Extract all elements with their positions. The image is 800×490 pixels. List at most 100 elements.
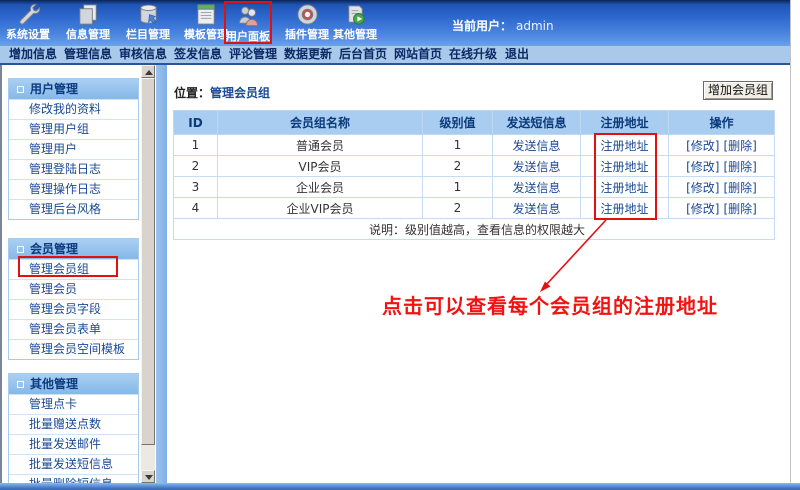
sidebar-item-batch-give-points[interactable]: 批量赠送点数 [9, 414, 138, 434]
table-header-row: ID 会员组名称 级别值 发送短信息 注册地址 操作 [174, 111, 775, 135]
header-operations: 操作 [669, 111, 775, 135]
annotation-text: 点击可以查看每个会员组的注册地址 [382, 290, 718, 319]
sidebar-item-member-fields[interactable]: 管理会员字段 [9, 299, 138, 319]
delete-link[interactable]: [删除] [724, 202, 757, 216]
sidebar-item-admin-style[interactable]: 管理后台风格 [9, 199, 138, 219]
current-user: 当前用户： admin [452, 17, 554, 34]
module-label: 插件管理 [283, 28, 331, 41]
bottom-bar [0, 483, 800, 490]
header-level: 级别值 [423, 111, 493, 135]
header-id: ID [174, 111, 218, 135]
breadcrumb-label: 位置： [174, 86, 210, 100]
delete-link[interactable]: [删除] [724, 181, 757, 195]
breadcrumb-link[interactable]: 管理会员组 [210, 86, 270, 100]
scrollbar-down-button[interactable] [141, 470, 155, 483]
modify-link[interactable]: [修改] [686, 181, 719, 195]
module-label: 栏目管理 [124, 28, 172, 41]
module-column-management[interactable]: 栏目管理 [124, 1, 172, 44]
users-icon [226, 3, 270, 30]
sidebar-item-operation-logs[interactable]: 管理操作日志 [9, 179, 138, 199]
current-user-label: 当前用户： [452, 19, 512, 33]
module-info-management[interactable]: 信息管理 [64, 1, 112, 44]
menu-item-admin-home[interactable]: 后台首页 [339, 46, 387, 63]
modify-link[interactable]: [修改] [686, 160, 719, 174]
register-address-link[interactable]: 注册地址 [600, 181, 648, 195]
menu-item-review-info[interactable]: 审核信息 [119, 46, 167, 63]
sidebar-section-other-management: 其他管理 管理点卡 批量赠送点数 批量发送邮件 批量发送短信息 批量删除短信息 [8, 373, 139, 490]
register-address-link[interactable]: 注册地址 [600, 160, 648, 174]
sidebar-item-member-forms[interactable]: 管理会员表单 [9, 319, 138, 339]
menu-item-comment-management[interactable]: 评论管理 [229, 46, 277, 63]
menu-item-site-home[interactable]: 网站首页 [394, 46, 442, 63]
sidebar-scrollbar[interactable] [141, 65, 155, 483]
cell-group-name: 企业VIP会员 [218, 198, 423, 219]
send-message-link[interactable]: 发送信息 [512, 202, 560, 216]
sidebar-item-member-space-templates[interactable]: 管理会员空间模板 [9, 339, 138, 359]
module-plugin-management[interactable]: 插件管理 [283, 1, 331, 44]
sidebar-item-manage-users[interactable]: 管理用户 [9, 139, 138, 159]
triangle-up-icon [145, 70, 153, 75]
database-icon [124, 1, 172, 28]
menu-item-add-info[interactable]: 增加信息 [9, 46, 57, 63]
module-other-management[interactable]: 其他管理 [331, 1, 379, 44]
menu-item-data-update[interactable]: 数据更新 [284, 46, 332, 63]
sidebar-item-batch-send-messages[interactable]: 批量发送短信息 [9, 454, 138, 474]
window-right-edge [790, 0, 791, 483]
pages-icon [64, 1, 112, 28]
module-user-panel[interactable]: 用户面板 [224, 1, 272, 44]
cell-id: 1 [174, 135, 218, 156]
module-label: 其他管理 [331, 28, 379, 41]
lifering-icon [283, 1, 331, 28]
sidebar-item-manage-point-cards[interactable]: 管理点卡 [9, 394, 138, 414]
sidebar-item-login-logs[interactable]: 管理登陆日志 [9, 159, 138, 179]
module-template-management[interactable]: 模板管理 [182, 1, 230, 44]
cell-group-name: 企业会员 [218, 177, 423, 198]
delete-link[interactable]: [删除] [724, 160, 757, 174]
cell-level: 1 [423, 177, 493, 198]
cell-group-name: VIP会员 [218, 156, 423, 177]
breadcrumb: 位置：管理会员组 [174, 84, 270, 101]
module-label: 信息管理 [64, 28, 112, 41]
cell-id: 3 [174, 177, 218, 198]
scrollbar-thumb[interactable] [141, 78, 155, 445]
module-label: 模板管理 [182, 28, 230, 41]
table-row: 1 普通会员 1 发送信息 注册地址 [修改][删除] [174, 135, 775, 156]
module-system-settings[interactable]: 系统设置 [4, 1, 52, 44]
send-message-link[interactable]: 发送信息 [512, 181, 560, 195]
sidebar-item-batch-send-email[interactable]: 批量发送邮件 [9, 434, 138, 454]
menu-item-online-upgrade[interactable]: 在线升级 [449, 46, 497, 63]
collapse-square-icon [17, 381, 24, 388]
register-address-link[interactable]: 注册地址 [600, 202, 648, 216]
scrollbar-up-button[interactable] [141, 65, 155, 78]
section-title: 用户管理 [30, 80, 78, 99]
delete-link[interactable]: [删除] [724, 139, 757, 153]
sidebar-section-user-management: 用户管理 修改我的资料 管理用户组 管理用户 管理登陆日志 管理操作日志 管理后… [8, 78, 139, 220]
sidebar-item-manage-members[interactable]: 管理会员 [9, 279, 138, 299]
sidebar-section-member-management: 会员管理 管理会员组 管理会员 管理会员字段 管理会员表单 管理会员空间模板 [8, 238, 139, 360]
section-header-other-management[interactable]: 其他管理 [9, 374, 138, 394]
section-title: 会员管理 [30, 240, 78, 259]
header-register-address: 注册地址 [581, 111, 669, 135]
section-header-user-management[interactable]: 用户管理 [9, 79, 138, 99]
menu-item-logout[interactable]: 退出 [504, 46, 530, 63]
send-message-link[interactable]: 发送信息 [512, 139, 560, 153]
current-user-name: admin [516, 19, 554, 33]
sidebar-item-manage-member-groups[interactable]: 管理会员组 [9, 259, 138, 279]
sidebar-item-manage-user-groups[interactable]: 管理用户组 [9, 119, 138, 139]
add-member-group-button[interactable]: 增加会员组 [703, 81, 773, 100]
cell-id: 2 [174, 156, 218, 177]
send-message-link[interactable]: 发送信息 [512, 160, 560, 174]
topbar: 系统设置 信息管理 栏目管理 模板管理 用户面板 [0, 0, 790, 46]
cell-level: 2 [423, 156, 493, 177]
admin-page: 系统设置 信息管理 栏目管理 模板管理 用户面板 [0, 0, 800, 490]
header-group-name: 会员组名称 [218, 111, 423, 135]
menu-item-manage-info[interactable]: 管理信息 [64, 46, 112, 63]
frame-divider [156, 65, 167, 483]
sidebar-item-edit-profile[interactable]: 修改我的资料 [9, 99, 138, 119]
register-address-link[interactable]: 注册地址 [600, 139, 648, 153]
menu-item-issue-info[interactable]: 签发信息 [174, 46, 222, 63]
modify-link[interactable]: [修改] [686, 139, 719, 153]
modify-link[interactable]: [修改] [686, 202, 719, 216]
section-header-member-management[interactable]: 会员管理 [9, 239, 138, 259]
header-send-message: 发送短信息 [493, 111, 581, 135]
